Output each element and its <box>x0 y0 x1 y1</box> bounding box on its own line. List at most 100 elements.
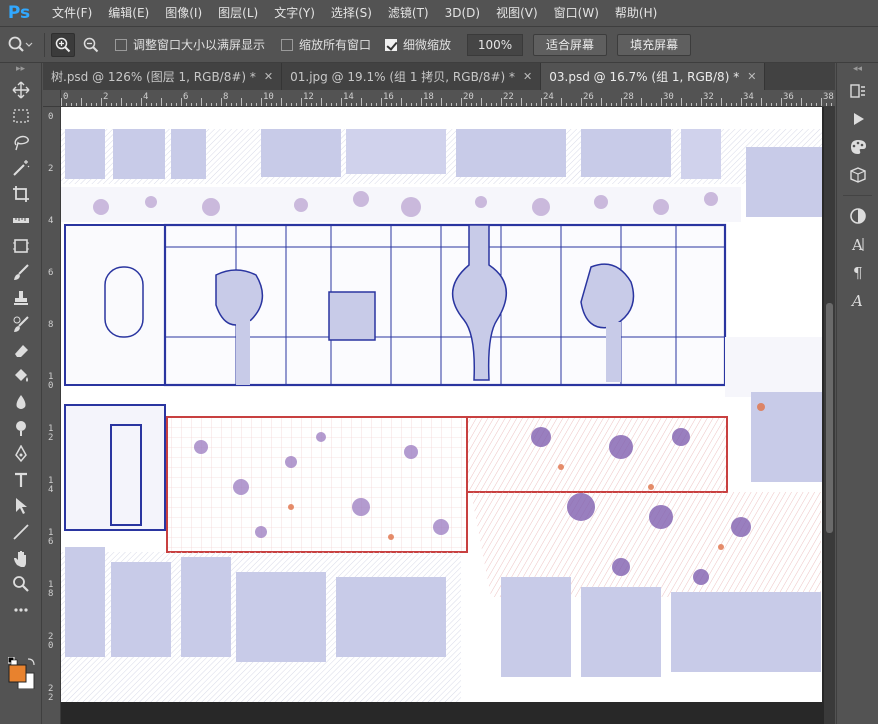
brush-tool[interactable] <box>0 259 42 285</box>
menu-item[interactable]: 3D(D) <box>437 0 488 26</box>
tool-preset-picker[interactable] <box>0 30 40 60</box>
vertical-scrollbar[interactable] <box>824 107 835 724</box>
checkbox-box[interactable] <box>281 38 294 51</box>
ruler-tick <box>331 103 332 106</box>
ruler-tick <box>726 103 727 106</box>
play-tool[interactable] <box>837 105 878 133</box>
frame-tool[interactable] <box>0 233 42 259</box>
fit-screen-button[interactable]: 适合屏幕 <box>533 33 608 56</box>
document-tab[interactable]: 03.psd @ 16.7% (组 1, RGB/8) * ✕ <box>541 63 766 90</box>
ruler-tick <box>501 98 502 106</box>
resize-windows-checkbox[interactable]: 调整窗口大小以满屏显示 <box>115 36 265 53</box>
menu-item[interactable]: 文件(F) <box>44 0 100 26</box>
ruler-tick <box>676 103 677 106</box>
ruler-tick <box>351 103 352 106</box>
crop-tool[interactable] <box>0 181 42 207</box>
path-select-icon <box>16 498 27 514</box>
checkbox-box[interactable] <box>115 38 127 51</box>
menu-item[interactable]: 编辑(E) <box>100 0 157 26</box>
eraser-tool[interactable] <box>0 337 42 363</box>
ruler-tick <box>771 103 772 106</box>
zoom-percent-field[interactable]: 100% <box>467 33 524 56</box>
pen-tool[interactable] <box>0 441 42 467</box>
document-canvas[interactable] <box>61 107 822 702</box>
scrubby-zoom-checkbox[interactable]: 细微缩放 <box>385 36 451 53</box>
zoom-all-windows-checkbox[interactable]: 缩放所有窗口 <box>281 36 371 53</box>
vertical-ruler[interactable]: 0 2 4 6 8 1 0 1 2 1 4 1 6 1 8 2 0 2 2 <box>43 107 61 724</box>
ruler-tick <box>366 103 367 106</box>
line-tool[interactable] <box>0 519 42 545</box>
blur-tool[interactable] <box>0 389 42 415</box>
ruler-tick <box>181 98 182 106</box>
menu-item[interactable]: 选择(S) <box>323 0 380 26</box>
ruler-tick <box>396 103 397 106</box>
close-tab-icon[interactable]: ✕ <box>747 70 756 83</box>
menu-item[interactable]: 图像(I) <box>157 0 210 26</box>
ruler-tick <box>556 103 557 106</box>
close-tab-icon[interactable]: ✕ <box>264 70 273 83</box>
menu-item[interactable]: 视图(V) <box>488 0 546 26</box>
paragraph-tool[interactable]: ¶ <box>837 258 878 286</box>
menu-item[interactable]: 帮助(H) <box>607 0 665 26</box>
ruler-tick <box>601 98 602 106</box>
history-tool[interactable] <box>837 77 878 105</box>
glyph-icon: A <box>850 292 863 309</box>
palette-tool[interactable] <box>837 133 878 161</box>
ruler-tick <box>441 98 442 106</box>
character-icon: A <box>851 236 864 253</box>
panel-grip[interactable]: ▸▸ <box>0 63 41 77</box>
ruler-tick <box>801 98 802 106</box>
ruler-tick <box>341 98 342 106</box>
play-icon <box>854 113 864 125</box>
ruler-tick <box>766 103 767 106</box>
path-select-tool[interactable] <box>0 493 42 519</box>
glyph-tool[interactable]: A <box>837 286 878 314</box>
menu-item[interactable]: 窗口(W) <box>546 0 607 26</box>
checkbox-box-checked[interactable] <box>385 38 398 51</box>
hand-tool[interactable] <box>0 545 42 571</box>
lasso-tool[interactable] <box>0 129 42 155</box>
bucket-tool[interactable] <box>0 363 42 389</box>
zoom-in-button[interactable] <box>51 32 75 57</box>
more-tool[interactable] <box>0 597 42 623</box>
menu-item[interactable]: 图层(L) <box>210 0 266 26</box>
zoom-tool[interactable] <box>0 571 42 597</box>
ruler-tick <box>401 98 402 106</box>
ruler-corner[interactable] <box>43 90 61 107</box>
ruler-tick-label: 28 <box>623 92 634 102</box>
close-tab-icon[interactable]: ✕ <box>523 70 532 83</box>
ruler-tick <box>406 103 407 106</box>
zoom-out-button[interactable] <box>79 33 103 57</box>
ruler-tool[interactable] <box>0 207 42 233</box>
ruler-tick <box>706 103 707 106</box>
type-tool[interactable] <box>0 467 42 493</box>
menu-item[interactable]: 文字(Y) <box>266 0 323 26</box>
more-icon <box>14 608 28 612</box>
document-tab[interactable]: 树.psd @ 126% (图层 1, RGB/8#) * ✕ <box>43 63 283 90</box>
swap-colors-icon[interactable] <box>7 656 38 690</box>
ruler-tick <box>786 103 787 106</box>
ruler-tick <box>596 103 597 106</box>
document-tab[interactable]: 01.jpg @ 19.1% (组 1 拷贝, RGB/8#) * ✕ <box>282 63 542 90</box>
dodge-tool[interactable] <box>0 415 42 441</box>
move-tool[interactable] <box>0 77 42 103</box>
3d-tool[interactable] <box>837 161 878 189</box>
fill-screen-button[interactable]: 填充屏幕 <box>617 33 692 56</box>
history-icon <box>850 84 865 98</box>
history-brush-tool[interactable] <box>0 311 42 337</box>
ruler-tick <box>491 103 492 106</box>
ruler-tick <box>106 103 107 106</box>
character-tool[interactable]: A <box>837 230 878 258</box>
panels-dock: ◂◂ A ¶ A <box>836 63 878 724</box>
horizontal-ruler[interactable]: 0 2 4 6 8 10 12 14 16 18 20 22 24 26 28 30 32 34 36 38 <box>61 90 835 107</box>
stamp-tool[interactable] <box>0 285 42 311</box>
menu-item[interactable]: 滤镜(T) <box>380 0 437 26</box>
marquee-tool[interactable] <box>0 103 42 129</box>
adjust-tool[interactable] <box>837 202 878 230</box>
panel-grip[interactable]: ◂◂ <box>837 63 878 77</box>
ruler-tick <box>251 103 252 106</box>
magic-wand-tool[interactable] <box>0 155 42 181</box>
ruler-tick <box>461 98 462 106</box>
svg-text:A: A <box>850 292 863 309</box>
scrollbar-thumb[interactable] <box>826 303 833 533</box>
